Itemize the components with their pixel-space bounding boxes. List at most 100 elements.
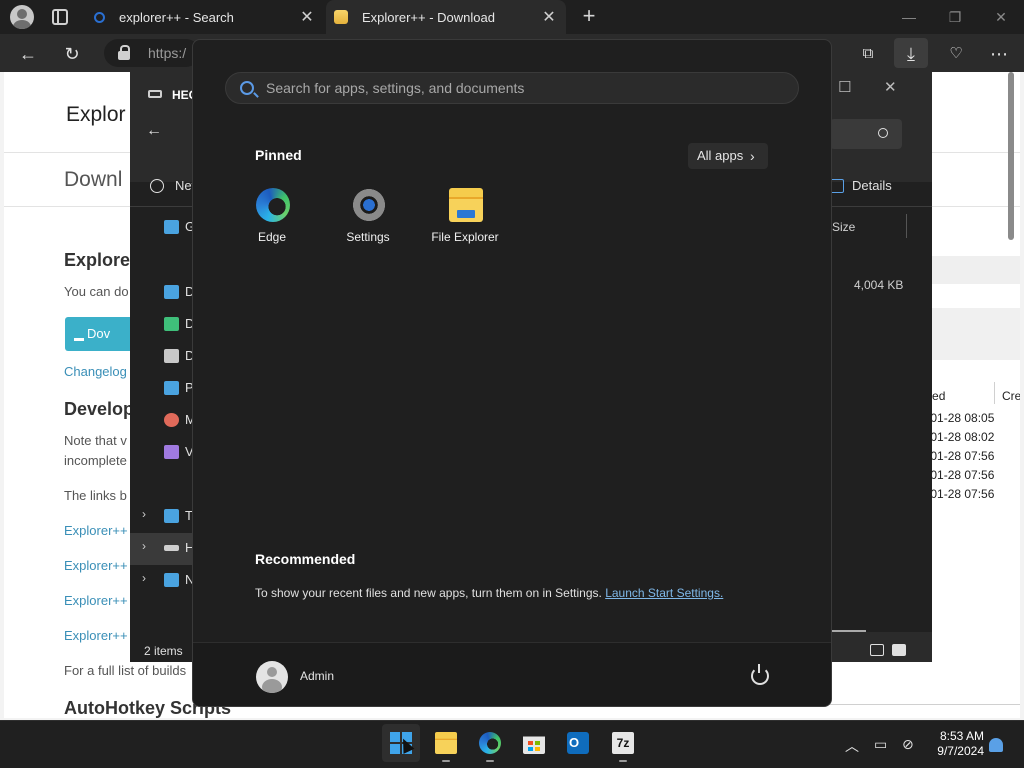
volume-muted-icon[interactable]: ⊘ bbox=[902, 736, 914, 753]
collections-icon[interactable]: ⧉ bbox=[857, 43, 879, 65]
build-link[interactable]: Explorer++ bbox=[64, 628, 128, 643]
back-arrow-icon[interactable]: ← bbox=[17, 43, 39, 65]
changelog-link[interactable]: Changelog bbox=[64, 364, 127, 379]
details-view-icon[interactable] bbox=[870, 644, 884, 656]
profile-avatar-icon[interactable] bbox=[10, 5, 34, 29]
address-text: https:/ bbox=[148, 45, 187, 61]
develop-heading: Develop bbox=[64, 399, 135, 419]
links-text: The links b bbox=[64, 488, 127, 503]
recommended-text: To show your recent files and new apps, … bbox=[255, 586, 723, 600]
address-bar[interactable]: https:/ bbox=[104, 39, 200, 67]
large-icons-view-icon[interactable] bbox=[892, 644, 906, 656]
user-avatar-icon[interactable] bbox=[256, 661, 288, 693]
nav-item[interactable]: V bbox=[130, 437, 194, 469]
all-apps-button[interactable]: All apps › bbox=[688, 143, 768, 169]
new-tab-icon[interactable]: + bbox=[576, 4, 602, 30]
close-tab-icon[interactable]: ✕ bbox=[296, 7, 318, 27]
file-explorer-icon bbox=[449, 188, 483, 222]
column-header-size[interactable]: Size bbox=[832, 220, 855, 234]
taskbar bbox=[0, 720, 1024, 768]
nav-item[interactable]: › H bbox=[130, 533, 194, 565]
pictures-icon bbox=[164, 381, 179, 395]
pinned-app-file-explorer[interactable]: File Explorer bbox=[417, 188, 513, 258]
build-link[interactable]: Explorer++ bbox=[64, 593, 128, 608]
page-title: Downl bbox=[64, 168, 123, 191]
tab-title: explorer++ - Search bbox=[119, 9, 234, 25]
close-tab-icon[interactable]: ✕ bbox=[538, 7, 560, 27]
item-count: 2 items bbox=[144, 644, 183, 658]
taskbar-store[interactable] bbox=[515, 724, 553, 762]
tab-explorer-download[interactable]: Explorer++ - Download ✕ bbox=[326, 0, 566, 34]
app-name: File Explorer bbox=[431, 230, 499, 244]
power-icon[interactable] bbox=[751, 664, 769, 685]
taskbar-7zip[interactable]: 7z bbox=[604, 724, 642, 762]
minimize-icon[interactable]: — bbox=[894, 6, 924, 28]
maximize-icon[interactable]: ☐ bbox=[838, 78, 851, 96]
more-menu-icon[interactable]: ⋯ bbox=[988, 43, 1010, 65]
column-divider bbox=[906, 214, 907, 238]
videos-icon bbox=[164, 445, 179, 459]
full-list-text: For a full list of builds bbox=[64, 663, 187, 678]
nav-item[interactable]: › N bbox=[130, 565, 194, 597]
nav-item[interactable]: P bbox=[130, 373, 194, 405]
refresh-icon[interactable]: ↻ bbox=[61, 43, 83, 65]
nav-item[interactable]: M bbox=[130, 405, 196, 437]
notification-bell-icon[interactable] bbox=[989, 738, 1003, 752]
edge-icon bbox=[256, 188, 290, 222]
downloads-icon bbox=[164, 317, 179, 331]
drive-icon bbox=[164, 545, 179, 551]
tab-actions-icon[interactable] bbox=[52, 9, 68, 25]
app-name: Edge bbox=[257, 230, 287, 244]
file-explorer-icon bbox=[435, 732, 457, 754]
chevron-right-icon[interactable]: › bbox=[142, 539, 146, 553]
back-arrow-icon[interactable]: ← bbox=[146, 122, 162, 140]
network-status-icon[interactable]: ▭ bbox=[874, 736, 887, 753]
nav-item[interactable]: › T bbox=[130, 501, 193, 533]
tab-explorer-search[interactable]: explorer++ - Search ✕ bbox=[86, 0, 324, 34]
details-button[interactable]: Details bbox=[830, 178, 892, 193]
nav-item[interactable]: D bbox=[130, 277, 194, 309]
start-menu: Pinned All apps › Edge Settings File Exp… bbox=[192, 39, 832, 707]
note-text: Note that v bbox=[64, 433, 127, 448]
pinned-heading: Pinned bbox=[255, 147, 302, 163]
search-favicon-icon bbox=[94, 11, 105, 23]
pinned-app-settings[interactable]: Settings bbox=[320, 188, 416, 258]
nav-item[interactable]: G bbox=[130, 212, 195, 244]
edge-icon bbox=[479, 732, 501, 754]
nav-item[interactable]: D bbox=[130, 341, 194, 373]
build-link[interactable]: Explorer++ bbox=[64, 523, 128, 538]
taskbar-outlook[interactable] bbox=[559, 724, 597, 762]
horizontal-scrollbar[interactable] bbox=[832, 630, 866, 632]
chevron-up-icon[interactable]: ︿ bbox=[845, 736, 859, 756]
details-label: Details bbox=[852, 178, 892, 193]
start-search-box[interactable] bbox=[225, 72, 799, 104]
column-header-created[interactable]: Crea bbox=[1002, 389, 1020, 403]
site-brand[interactable]: Explor bbox=[66, 103, 126, 127]
build-link[interactable]: Explorer++ bbox=[64, 558, 128, 573]
browser-essentials-icon[interactable]: ♡ bbox=[945, 43, 967, 65]
close-explorer-icon[interactable]: ✕ bbox=[884, 78, 897, 96]
clock-date: 9/7/2024 bbox=[937, 744, 984, 758]
chevron-right-icon[interactable]: › bbox=[142, 507, 146, 521]
chevron-right-icon[interactable]: › bbox=[142, 571, 146, 585]
app-name: Settings bbox=[346, 230, 390, 244]
section-heading: Explore bbox=[64, 250, 131, 270]
explorer-search-icon[interactable] bbox=[830, 119, 902, 149]
settings-gear-icon bbox=[352, 188, 386, 222]
user-name[interactable]: Admin bbox=[300, 669, 334, 683]
pinned-app-edge[interactable]: Edge bbox=[224, 188, 320, 258]
music-icon bbox=[164, 413, 179, 427]
taskbar-file-explorer[interactable] bbox=[427, 724, 465, 762]
restore-icon[interactable]: ❐ bbox=[940, 6, 970, 28]
nav-item[interactable]: D bbox=[130, 309, 194, 341]
start-search-input[interactable] bbox=[266, 73, 786, 103]
start-menu-footer: Admin bbox=[193, 642, 831, 706]
close-window-icon[interactable]: ✕ bbox=[986, 6, 1016, 28]
lock-icon bbox=[118, 45, 130, 60]
scrollbar-thumb[interactable] bbox=[1008, 72, 1014, 240]
folder-favicon-icon bbox=[334, 10, 348, 24]
launch-start-settings-link[interactable]: Launch Start Settings. bbox=[605, 586, 723, 600]
taskbar-edge[interactable] bbox=[471, 724, 509, 762]
browser-title-bar: explorer++ - Search ✕ Explorer++ - Downl… bbox=[0, 0, 1024, 34]
system-clock[interactable]: 8:53 AM 9/7/2024 bbox=[924, 729, 984, 759]
